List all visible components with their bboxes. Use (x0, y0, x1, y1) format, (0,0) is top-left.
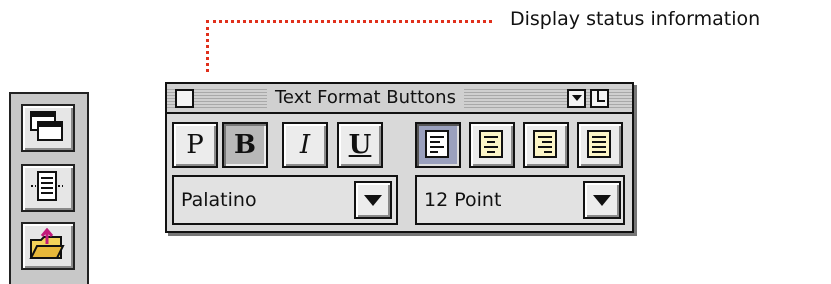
italic-style-button[interactable]: I (282, 122, 328, 168)
align-center-button[interactable] (469, 122, 515, 168)
italic-label: I (299, 130, 311, 160)
windows-button[interactable] (21, 104, 75, 152)
size-popup[interactable]: 12 Point (415, 175, 625, 225)
align-left-button[interactable] (415, 122, 461, 168)
callout-label: Display status information (510, 8, 761, 30)
plain-style-button[interactable]: P (172, 122, 218, 168)
text-format-palette: Text Format Buttons P B I U Palatino 12 … (165, 82, 634, 233)
callout-leader-horizontal (206, 20, 492, 23)
chevron-down-icon[interactable] (583, 181, 621, 219)
underline-style-button[interactable]: U (337, 122, 383, 168)
underline-label: U (348, 130, 372, 160)
chevron-down-icon[interactable] (354, 181, 392, 219)
page-setup-button[interactable] (21, 164, 75, 212)
align-justify-button[interactable] (577, 122, 623, 168)
collapse-box-icon[interactable] (567, 89, 586, 108)
callout-leader-vertical (206, 20, 209, 72)
size-popup-value: 12 Point (424, 189, 502, 211)
palette-titlebar[interactable]: Text Format Buttons (167, 84, 632, 114)
close-box-icon[interactable] (175, 89, 194, 108)
folder-upload-button[interactable] (21, 222, 75, 270)
bold-label: B (234, 130, 256, 160)
bold-style-button[interactable]: B (222, 122, 268, 168)
left-toolbar (9, 92, 89, 284)
font-popup-value: Palatino (181, 189, 257, 211)
zoom-box-icon[interactable] (590, 89, 609, 108)
palette-title: Text Format Buttons (267, 86, 464, 110)
align-right-button[interactable] (523, 122, 569, 168)
plain-label: P (186, 130, 204, 160)
font-popup[interactable]: Palatino (172, 175, 398, 225)
